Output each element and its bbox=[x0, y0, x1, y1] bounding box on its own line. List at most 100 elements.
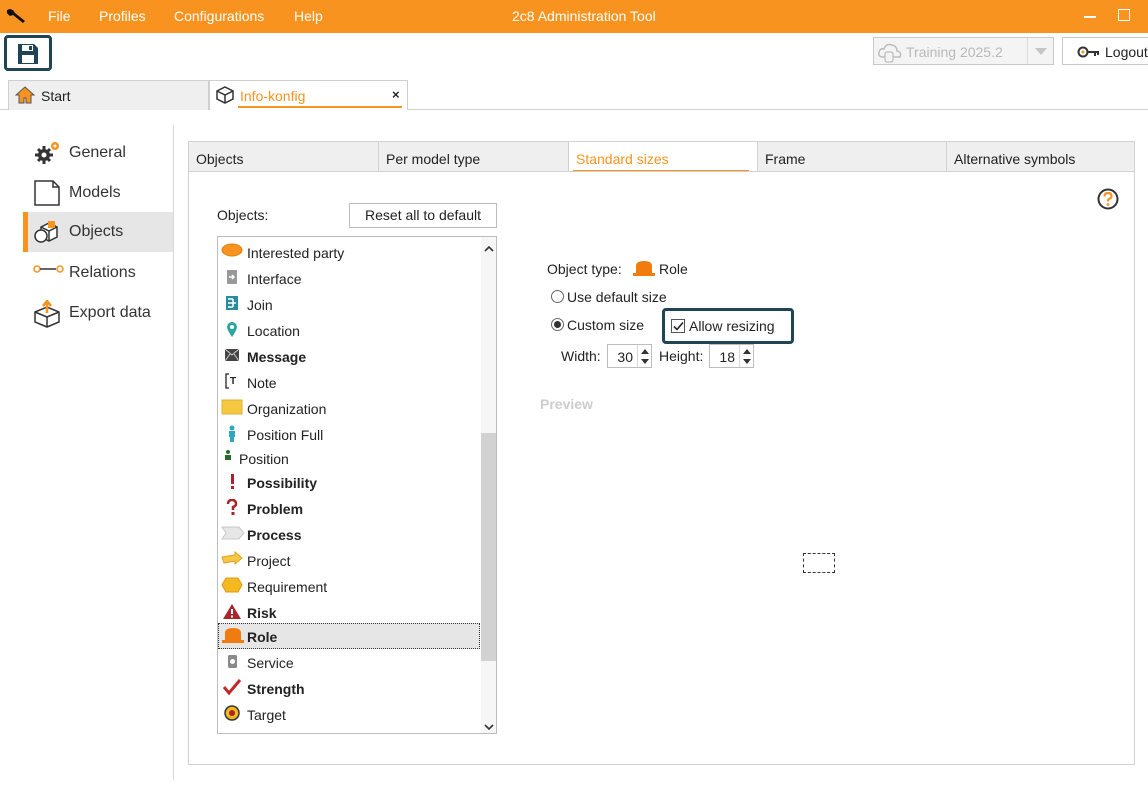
list-item[interactable]: Join bbox=[218, 291, 480, 317]
list-item-selected[interactable]: Role bbox=[218, 623, 480, 649]
height-value[interactable]: 18 bbox=[713, 349, 735, 365]
list-item[interactable]: Service bbox=[218, 649, 480, 675]
left-nav-divider bbox=[173, 125, 174, 780]
object-type-value: Role bbox=[659, 261, 688, 277]
list-item-label: Note bbox=[247, 375, 277, 391]
list-item[interactable]: Message bbox=[218, 343, 480, 369]
cloud-database-icon bbox=[877, 41, 903, 66]
use-default-size-label[interactable]: Use default size bbox=[567, 289, 667, 305]
floppy-disk-icon bbox=[18, 44, 38, 64]
key-icon bbox=[1077, 45, 1101, 62]
logout-button[interactable]: Logout bbox=[1062, 37, 1148, 65]
list-item[interactable]: Location bbox=[218, 317, 480, 343]
list-item-label: Location bbox=[247, 323, 300, 339]
list-item[interactable]: Problem bbox=[218, 495, 480, 521]
allow-resizing-label[interactable]: Allow resizing bbox=[689, 318, 775, 334]
list-item[interactable]: T Note bbox=[218, 369, 480, 395]
list-item[interactable]: Strength bbox=[218, 675, 480, 701]
tab-standard-sizes-label: Standard sizes bbox=[576, 151, 669, 167]
tab-objects-label: Objects bbox=[196, 151, 244, 167]
reset-all-button[interactable]: Reset all to default bbox=[349, 203, 497, 228]
custom-size-label[interactable]: Custom size bbox=[567, 317, 644, 333]
width-stepper[interactable]: 30 bbox=[607, 344, 652, 368]
decrement-icon[interactable] bbox=[641, 359, 649, 364]
decrement-icon[interactable] bbox=[743, 359, 751, 364]
list-item[interactable]: Target bbox=[218, 701, 480, 727]
tab-start[interactable]: Start bbox=[8, 80, 209, 110]
chevron-down-icon[interactable] bbox=[1027, 38, 1053, 64]
list-item[interactable]: Project bbox=[218, 547, 480, 573]
envelope-icon bbox=[221, 347, 243, 365]
list-item[interactable]: Requirement bbox=[218, 573, 480, 599]
list-item[interactable]: Organization bbox=[218, 395, 480, 421]
list-item-label: Requirement bbox=[247, 579, 328, 595]
width-stepper-arrows[interactable] bbox=[637, 345, 651, 367]
location-pin-icon bbox=[221, 321, 243, 339]
nav-objects-label: Objects bbox=[69, 223, 124, 240]
hexagon-icon bbox=[221, 577, 243, 595]
help-icon[interactable] bbox=[1097, 188, 1119, 213]
close-tab-icon[interactable]: × bbox=[392, 87, 400, 102]
width-value[interactable]: 30 bbox=[611, 349, 633, 365]
increment-icon[interactable] bbox=[641, 349, 649, 354]
list-item[interactable]: Risk bbox=[218, 599, 480, 625]
custom-size-radio[interactable] bbox=[551, 318, 564, 331]
scroll-up-icon[interactable] bbox=[484, 241, 494, 252]
list-item-label: Service bbox=[247, 655, 294, 671]
project-arrow-icon bbox=[221, 550, 243, 569]
nav-export-data[interactable]: Export data bbox=[23, 293, 173, 333]
list-item[interactable]: Position bbox=[218, 445, 480, 471]
height-stepper[interactable]: 18 bbox=[709, 344, 754, 368]
role-icon bbox=[632, 260, 656, 281]
allow-resizing-checkbox[interactable] bbox=[671, 319, 685, 333]
svg-text:T: T bbox=[230, 376, 236, 387]
increment-icon[interactable] bbox=[743, 349, 751, 354]
list-item[interactable]: Process bbox=[218, 521, 480, 547]
list-item[interactable]: Position Full bbox=[218, 421, 480, 447]
tab-alternative-symbols-label: Alternative symbols bbox=[954, 151, 1076, 167]
tab-alternative-symbols[interactable]: Alternative symbols bbox=[946, 141, 1135, 172]
height-label: Height: bbox=[659, 348, 704, 364]
list-item[interactable]: Interface bbox=[218, 265, 480, 291]
tab-active-underline bbox=[238, 106, 402, 108]
note-icon: T bbox=[221, 373, 243, 391]
tab-standard-sizes[interactable]: Standard sizes bbox=[568, 141, 757, 172]
height-stepper-arrows[interactable] bbox=[739, 345, 753, 367]
minimize-icon[interactable] bbox=[1084, 16, 1096, 18]
wrench-icon[interactable] bbox=[4, 6, 28, 26]
tab-frame[interactable]: Frame bbox=[757, 141, 946, 172]
tab-info-konfig[interactable]: Info-konfig × bbox=[209, 80, 408, 110]
list-item[interactable]: Possibility bbox=[218, 469, 480, 495]
nav-models[interactable]: Models bbox=[23, 173, 173, 213]
tab-objects[interactable]: Objects bbox=[188, 141, 378, 172]
menu-file[interactable]: File bbox=[48, 8, 71, 24]
checkmark-icon bbox=[221, 679, 243, 697]
save-button[interactable] bbox=[4, 35, 52, 71]
menu-help[interactable]: Help bbox=[294, 8, 323, 24]
app-title: 2c8 Administration Tool bbox=[512, 8, 656, 24]
relation-icon bbox=[33, 260, 65, 289]
preview-label: Preview bbox=[540, 396, 593, 412]
list-item[interactable]: Interested party bbox=[218, 239, 480, 265]
repository-selector[interactable]: Training 2025.2 bbox=[873, 37, 1054, 65]
list-item-label: Problem bbox=[247, 501, 304, 517]
role-icon bbox=[221, 627, 244, 645]
menu-profiles[interactable]: Profiles bbox=[99, 8, 146, 24]
menu-configurations[interactable]: Configurations bbox=[174, 8, 264, 24]
list-item-label: Project bbox=[247, 553, 291, 569]
allow-resizing-highlight: Allow resizing bbox=[662, 308, 794, 344]
object-list[interactable]: Interested party Interface Join Location… bbox=[217, 236, 497, 734]
list-scrollbar-thumb[interactable] bbox=[481, 433, 496, 661]
tab-per-model-type[interactable]: Per model type bbox=[378, 141, 568, 172]
nav-general[interactable]: General bbox=[23, 133, 173, 173]
scroll-down-icon[interactable] bbox=[484, 719, 494, 731]
tab-frame-label: Frame bbox=[765, 151, 806, 167]
tab-info-konfig-label: Info-konfig bbox=[240, 88, 306, 104]
use-default-size-radio[interactable] bbox=[551, 290, 564, 303]
nav-relations-label: Relations bbox=[69, 264, 136, 281]
checkmark-icon bbox=[673, 321, 684, 331]
nav-relations[interactable]: Relations bbox=[23, 253, 173, 293]
nav-general-label: General bbox=[69, 144, 126, 161]
nav-objects[interactable]: Objects bbox=[23, 212, 173, 252]
maximize-icon[interactable] bbox=[1118, 9, 1130, 21]
